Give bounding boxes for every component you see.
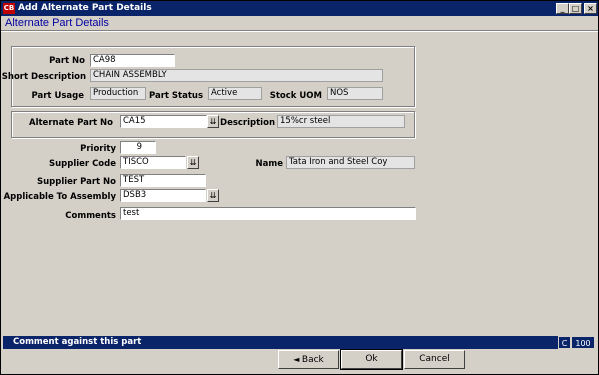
part-usage-field: Production — [90, 87, 146, 100]
assembly-dropdown-icon[interactable]: ⇊ — [207, 189, 219, 202]
applicable-to-assembly-label: Applicable To Assembly — [3, 192, 116, 202]
back-button[interactable]: ◄ Back — [278, 350, 339, 369]
stock-uom-field: NOS — [327, 87, 383, 100]
cancel-button[interactable]: Cancel — [404, 350, 465, 369]
applicable-to-assembly-field[interactable]: DSB3 — [120, 189, 206, 202]
cancel-button-label: Cancel — [419, 354, 450, 364]
heading-divider — [1, 30, 598, 32]
supplier-name-label: Name — [255, 159, 283, 169]
maximize-icon[interactable]: □ — [569, 3, 582, 14]
supplier-code-dropdown-icon[interactable]: ⇊ — [187, 156, 199, 169]
short-description-field: CHAIN ASSEMBLY — [90, 69, 383, 82]
status-bar: Comment against this part — [3, 336, 558, 349]
part-usage-label: Part Usage — [31, 91, 85, 101]
supplier-code-label: Supplier Code — [48, 159, 116, 169]
ok-button[interactable]: Ok — [340, 349, 403, 370]
close-icon[interactable]: × — [584, 3, 597, 14]
description-field: 15%cr steel — [277, 115, 405, 128]
priority-field[interactable]: 9 — [120, 141, 156, 154]
description-label: Description — [220, 118, 275, 128]
supplier-part-no-field[interactable]: TEST — [120, 174, 206, 187]
short-description-label: Short Description — [1, 72, 86, 82]
status-text: Comment against this part — [13, 337, 142, 347]
alternate-part-no-label: Alternate Part No — [29, 118, 113, 128]
window-title: Add Alternate Part Details — [18, 3, 152, 13]
priority-label: Priority — [80, 144, 116, 154]
supplier-name-field: Tata Iron and Steel Coy — [286, 156, 415, 169]
part-no-field[interactable]: CA98 — [90, 54, 175, 67]
supplier-part-no-label: Supplier Part No — [37, 177, 116, 187]
mode-indicator: C — [558, 336, 571, 349]
back-button-label: Back — [301, 355, 324, 365]
part-status-field: Active — [208, 87, 262, 100]
supplier-code-field[interactable]: TISCO — [120, 156, 186, 169]
part-status-label: Part Status — [148, 91, 203, 101]
comments-label: Comments — [65, 211, 116, 221]
stock-uom-label: Stock UOM — [269, 91, 322, 101]
alternate-part-dropdown-icon[interactable]: ⇊ — [207, 115, 219, 128]
value-indicator: 100 — [571, 336, 595, 349]
alternate-part-no-field[interactable]: CA15 — [120, 115, 207, 128]
title-bar[interactable]: CB Add Alternate Part Details _ □ × — [1, 1, 598, 16]
dialog-window: CB Add Alternate Part Details _ □ × Alte… — [0, 0, 599, 375]
comments-field[interactable]: test — [120, 207, 416, 220]
page-title: Alternate Part Details — [5, 17, 109, 29]
app-icon: CB — [3, 3, 15, 14]
minimize-icon[interactable]: _ — [556, 3, 569, 14]
part-no-label: Part No — [49, 56, 85, 66]
ok-button-label: Ok — [365, 354, 378, 364]
